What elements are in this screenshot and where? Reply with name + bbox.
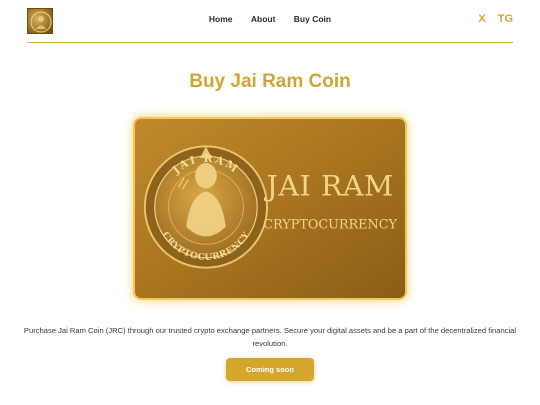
x-link[interactable]: X [478, 13, 485, 25]
main-nav: Home About Buy Coin [27, 14, 513, 24]
coin-banner-image: JAI RAM CRYPTOCURRENCY JAI RAM CRYPTOCUR… [133, 117, 407, 300]
nav-home-link[interactable]: Home [209, 14, 233, 24]
banner-subline: CRYPTOCURRENCY [263, 218, 397, 233]
telegram-link[interactable]: TG [498, 13, 513, 25]
description-text: Purchase Jai Ram Coin (JRC) through our … [23, 326, 517, 348]
banner-headline: JAI RAM [263, 169, 393, 202]
site-header: Home About Buy Coin X TG [27, 0, 513, 43]
nav-about-link[interactable]: About [251, 14, 276, 24]
page-title: Buy Jai Ram Coin [189, 71, 351, 92]
coming-soon-button[interactable]: Coming soon [226, 358, 314, 381]
nav-buy-coin-link[interactable]: Buy Coin [294, 14, 331, 24]
social-links: X TG [469, 13, 513, 25]
